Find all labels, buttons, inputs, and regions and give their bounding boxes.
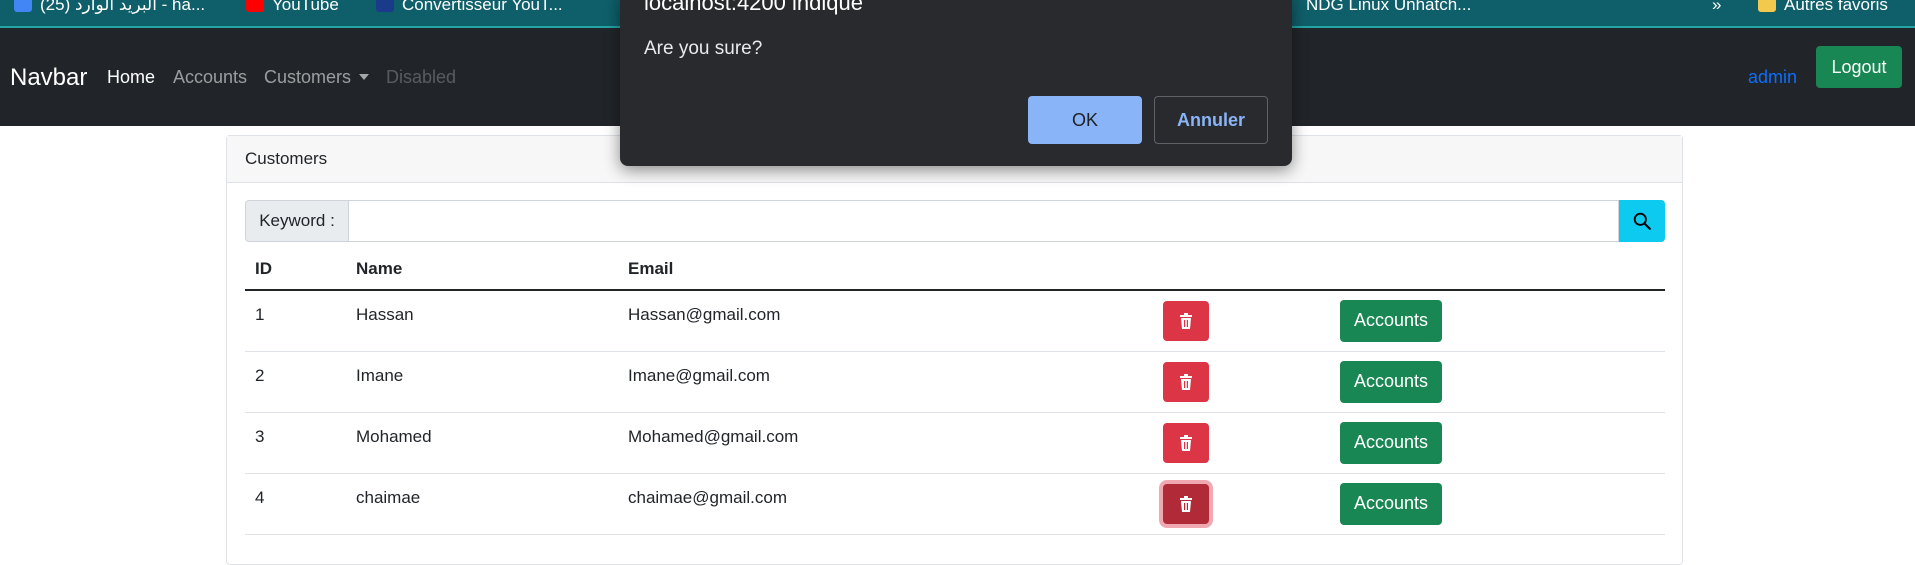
confirm-dialog: localhost:4200 indique Are you sure? OK … [620, 0, 1292, 166]
keyword-label: Keyword : [245, 200, 348, 242]
caret-down-icon [359, 74, 370, 80]
delete-button[interactable] [1163, 483, 1209, 524]
cell-name: Mohamed [346, 412, 618, 474]
bookmark-label: (25) البريد الوارد - ha... [40, 0, 206, 14]
bookmark-label: YouTube [272, 0, 339, 14]
table-row: 4 chaimae chaimae@gmail.com Accounts [245, 473, 1665, 535]
bookmark-ndg[interactable]: NDG Linux Unhatch... [1306, 0, 1471, 16]
cell-name: Hassan [346, 290, 618, 352]
overflow-label: » [1712, 0, 1722, 14]
column-header-delete [1163, 248, 1340, 291]
table-header-row: ID Name Email [245, 248, 1665, 291]
bookmark-autres-favoris[interactable]: Autres favoris [1758, 0, 1888, 16]
user-link[interactable]: admin [1748, 56, 1797, 98]
cell-name: chaimae [346, 473, 618, 535]
accounts-button[interactable]: Accounts [1340, 421, 1442, 464]
cell-name-text: chaimae [356, 487, 421, 507]
cell-id-text: 4 [255, 487, 265, 507]
delete-button[interactable] [1163, 300, 1209, 341]
keyword-input[interactable] [348, 200, 1619, 242]
table-row: 1 Hassan Hassan@gmail.com Accounts [245, 290, 1665, 352]
bookmark-label: Convertisseur YouT... [402, 0, 563, 14]
youtube-icon [246, 0, 264, 12]
cell-email-text: chaimae@gmail.com [628, 487, 787, 507]
cell-id: 4 [245, 473, 346, 535]
table-row: 2 Imane Imane@gmail.com Accounts [245, 351, 1665, 413]
cell-email: chaimae@gmail.com [618, 473, 1163, 535]
cell-email: Mohamed@gmail.com [618, 412, 1163, 474]
delete-button[interactable] [1163, 422, 1209, 463]
dialog-title: localhost:4200 indique [644, 0, 863, 15]
trash-icon [1180, 434, 1192, 451]
ok-button[interactable]: OK [1028, 96, 1142, 144]
column-header-id: ID [245, 248, 346, 291]
cancel-button[interactable]: Annuler [1154, 96, 1268, 144]
accounts-button[interactable]: Accounts [1340, 299, 1442, 342]
cell-accounts: Accounts [1340, 412, 1665, 474]
navbar-brand[interactable]: Navbar [10, 64, 87, 92]
trash-icon [1180, 495, 1192, 512]
cell-name-text: Mohamed [356, 426, 432, 446]
search-icon [1633, 212, 1651, 230]
search-form: Keyword : [245, 200, 1665, 242]
mp3-icon [376, 0, 394, 12]
cell-email-text: Mohamed@gmail.com [628, 426, 799, 446]
column-header-email: Email [618, 248, 1163, 291]
cell-email: Hassan@gmail.com [618, 290, 1163, 352]
bookmarks-overflow[interactable]: » [1712, 0, 1721, 16]
search-button[interactable] [1619, 200, 1665, 242]
customers-card: Customers Keyword : ID Name Email 1 Hass… [226, 135, 1683, 565]
column-header-accounts [1340, 248, 1665, 291]
cell-accounts: Accounts [1340, 473, 1665, 535]
column-header-name: Name [346, 248, 618, 291]
cell-accounts: Accounts [1340, 290, 1665, 352]
dialog-message: Are you sure? [644, 38, 763, 59]
table-row: 3 Mohamed Mohamed@gmail.com Accounts [245, 412, 1665, 474]
bookmark-convertisseur[interactable]: Convertisseur YouT... [376, 0, 563, 16]
cell-name: Imane [346, 351, 618, 413]
folder-icon [1758, 0, 1776, 12]
delete-button[interactable] [1163, 361, 1209, 402]
accounts-button[interactable]: Accounts [1340, 360, 1442, 403]
cell-name-text: Imane [356, 365, 404, 385]
cell-name-text: Hassan [356, 305, 414, 324]
cell-id: 2 [245, 351, 346, 413]
trash-icon [1180, 373, 1192, 390]
accounts-button[interactable]: Accounts [1340, 482, 1442, 525]
cell-accounts: Accounts [1340, 351, 1665, 413]
cell-email: Imane@gmail.com [618, 351, 1163, 413]
cell-id-text: 3 [255, 426, 265, 446]
bookmark-label: NDG Linux Unhatch... [1306, 0, 1472, 14]
gmail-icon [14, 0, 32, 12]
cell-id-text: 1 [255, 305, 265, 324]
cell-delete [1163, 351, 1340, 413]
logout-button[interactable]: Logout [1816, 46, 1902, 88]
nav-accounts[interactable]: Accounts [173, 67, 247, 88]
cell-email-text: Imane@gmail.com [628, 365, 770, 385]
bookmark-youtube[interactable]: YouTube [246, 0, 339, 16]
cell-delete [1163, 290, 1340, 352]
bookmark-label: Autres favoris [1784, 0, 1888, 14]
customers-table: ID Name Email 1 Hassan Hassan@gmail.com … [245, 248, 1665, 535]
cell-id: 3 [245, 412, 346, 474]
nav-home[interactable]: Home [107, 67, 155, 88]
nav-customers-dropdown[interactable]: Customers [264, 67, 370, 88]
cell-id: 1 [245, 290, 346, 352]
trash-icon [1180, 312, 1192, 329]
cell-delete [1163, 412, 1340, 474]
nav-customers-label: Customers [264, 67, 352, 87]
cell-id-text: 2 [255, 365, 265, 385]
nav-disabled: Disabled [386, 67, 457, 87]
cell-email-text: Hassan@gmail.com [628, 305, 781, 324]
cell-delete [1163, 473, 1340, 535]
bookmark-gmail[interactable]: (25) البريد الوارد - ha... [14, 0, 205, 16]
